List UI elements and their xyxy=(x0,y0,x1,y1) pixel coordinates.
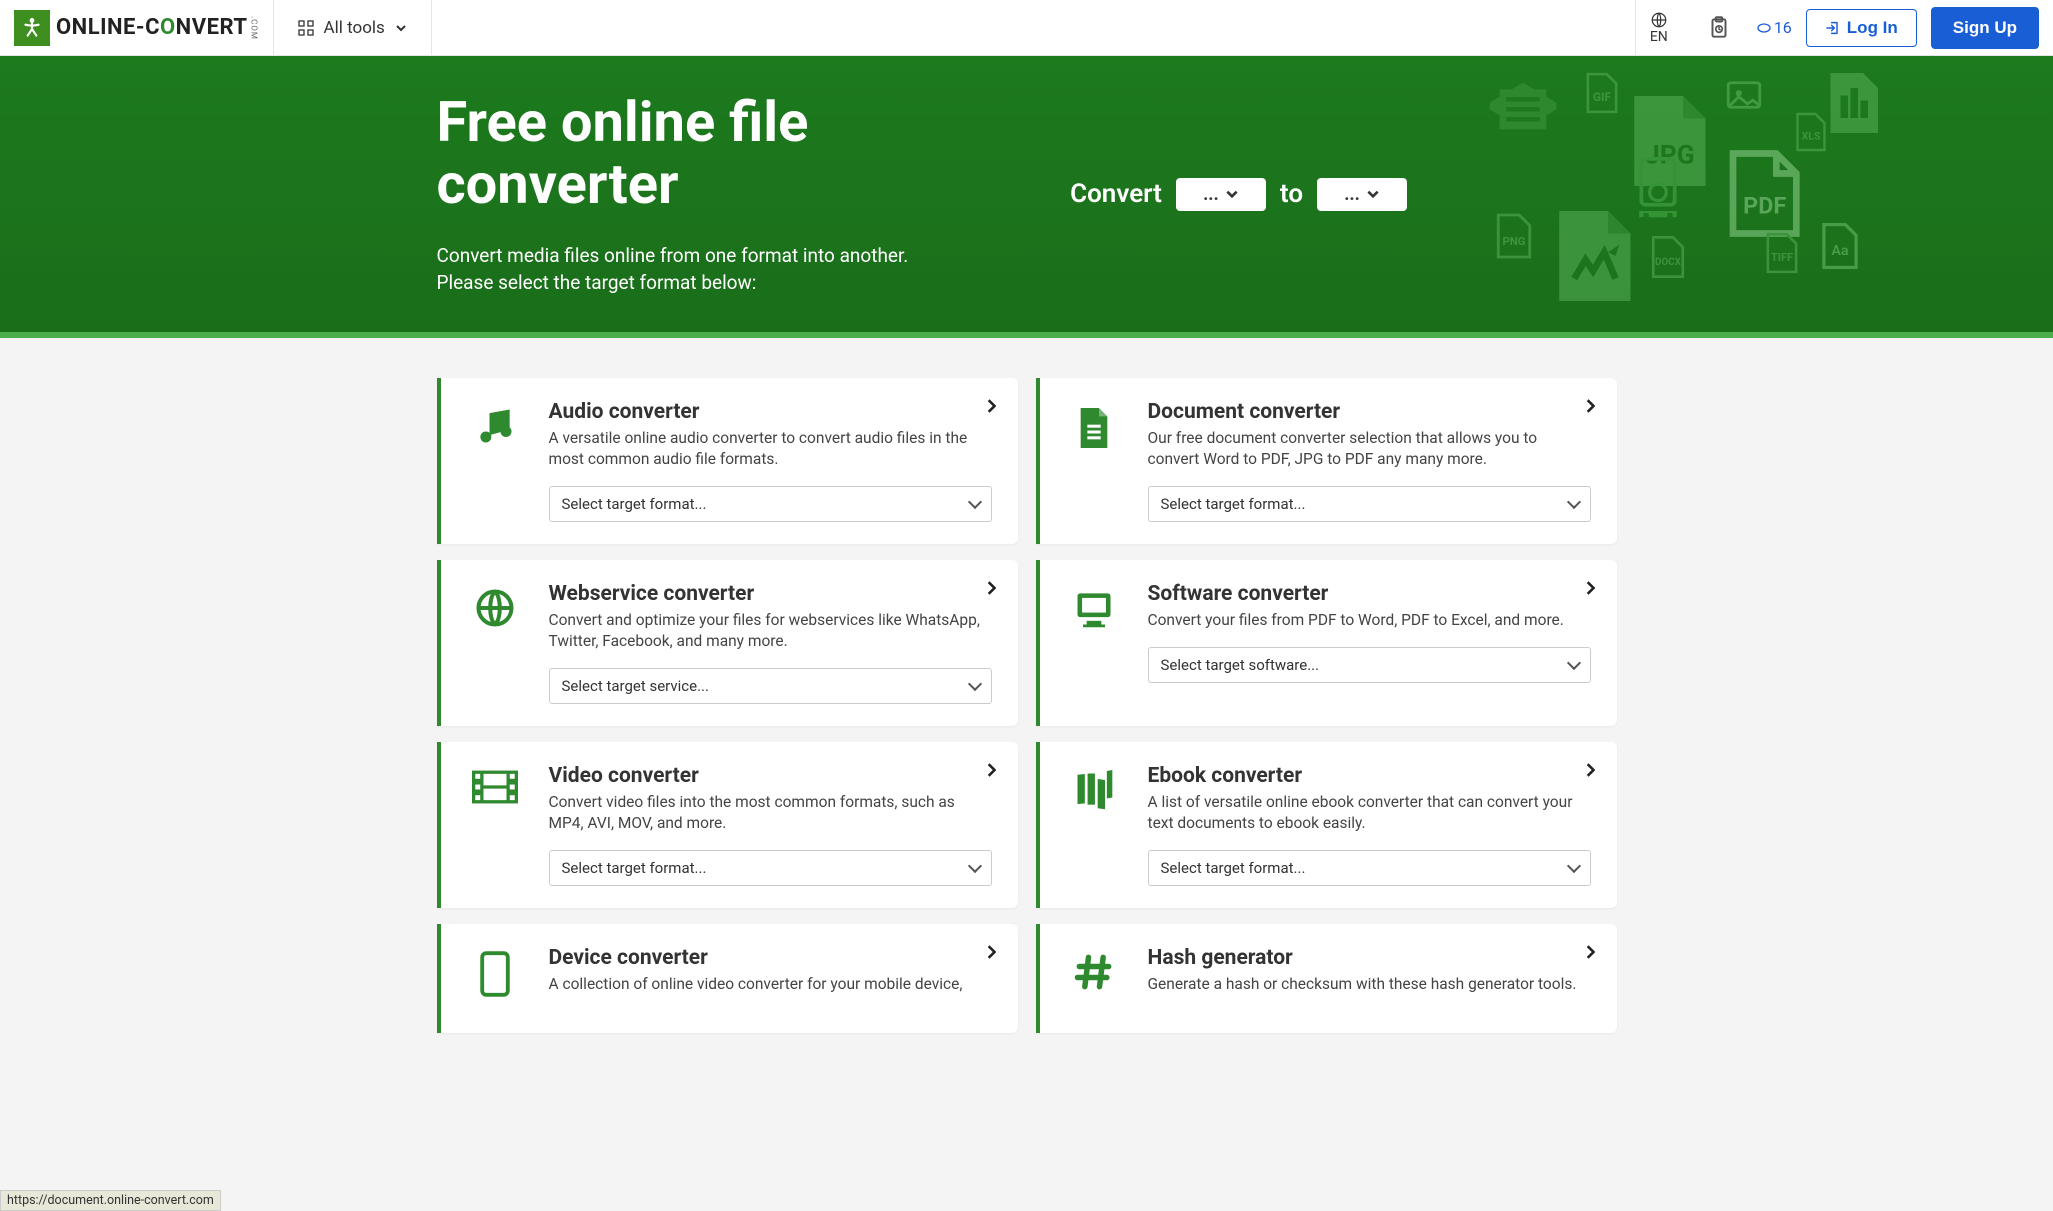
card-expand-arrow[interactable] xyxy=(1585,580,1595,599)
document-icon xyxy=(1066,400,1122,522)
login-label: Log In xyxy=(1847,18,1898,38)
card-title: Webservice converter xyxy=(549,582,992,606)
svg-text:Aa: Aa xyxy=(1831,243,1849,259)
logo-text: ONLINE-CONVERT xyxy=(56,15,248,40)
hero-subtitle: Convert media files online from one form… xyxy=(437,243,957,296)
card-hash-generator: Hash generator Generate a hash or checksu… xyxy=(1036,924,1617,1033)
minutes-remaining[interactable]: 16 xyxy=(1756,18,1792,37)
target-format-select[interactable]: Select target software... xyxy=(1148,647,1591,683)
converter-cards: Audio converter A versatile online audio … xyxy=(377,378,1677,1072)
hero-convert-widget: Convert ... to ... xyxy=(1050,178,1616,211)
card-expand-arrow[interactable] xyxy=(986,398,996,417)
card-description: A list of versatile online ebook convert… xyxy=(1148,792,1591,834)
status-bar: https://document.online-convert.com xyxy=(0,1190,221,1211)
music-icon xyxy=(467,400,523,522)
card-title: Device converter xyxy=(549,946,992,970)
clipboard-button[interactable] xyxy=(1696,0,1742,55)
card-description: Convert video files into the most common… xyxy=(549,792,992,834)
card-audio-converter: Audio converter A versatile online audio … xyxy=(437,378,1018,544)
hero-title: Free online file converter xyxy=(437,92,1051,215)
card-description: Generate a hash or checksum with these h… xyxy=(1148,974,1591,995)
convert-label: Convert xyxy=(1070,179,1162,209)
target-format-select[interactable]: Select target service... xyxy=(549,668,992,704)
card-title: Software converter xyxy=(1148,582,1591,606)
card-expand-arrow[interactable] xyxy=(1585,762,1595,781)
target-format-select[interactable]: Select target format... xyxy=(549,486,992,522)
software-icon xyxy=(1066,582,1122,704)
svg-text:TIFF: TIFF xyxy=(1771,251,1793,264)
card-ebook-converter: Ebook converter A list of versatile onlin… xyxy=(1036,742,1617,908)
card-description: A collection of online video converter f… xyxy=(549,974,992,995)
card-title: Audio converter xyxy=(549,400,992,424)
card-webservice-converter: Webservice converter Convert and optimize… xyxy=(437,560,1018,726)
logo-com: .COM xyxy=(250,16,259,40)
coin-icon xyxy=(1756,20,1772,36)
card-expand-arrow[interactable] xyxy=(986,944,996,963)
minutes-value: 16 xyxy=(1774,18,1792,37)
all-tools-menu[interactable]: All tools xyxy=(274,0,432,55)
language-selector[interactable]: EN xyxy=(1635,0,1682,55)
device-icon xyxy=(467,946,523,1011)
signup-label: Sign Up xyxy=(1953,18,2017,37)
convert-to-value: ... xyxy=(1344,184,1360,205)
card-description: A versatile online audio converter to co… xyxy=(549,428,992,470)
card-description: Convert your files from PDF to Word, PDF… xyxy=(1148,610,1591,631)
globe-icon xyxy=(467,582,523,704)
hero: GIF JPG XLS PDF PNG DOCX TIFF Aa Free on… xyxy=(0,56,2053,338)
convert-to-select[interactable]: ... xyxy=(1317,178,1407,211)
card-video-converter: Video converter Convert video files into … xyxy=(437,742,1018,908)
svg-text:PDF: PDF xyxy=(1743,192,1786,220)
card-expand-arrow[interactable] xyxy=(1585,398,1595,417)
card-title: Hash generator xyxy=(1148,946,1591,970)
hash-icon xyxy=(1066,946,1122,1011)
card-title: Ebook converter xyxy=(1148,764,1591,788)
card-software-converter: Software converter Convert your files fro… xyxy=(1036,560,1617,726)
card-expand-arrow[interactable] xyxy=(1585,944,1595,963)
clipboard-icon xyxy=(1706,15,1732,41)
header: ONLINE-CONVERT .COM All tools EN 16 Log … xyxy=(0,0,2053,56)
to-label: to xyxy=(1280,179,1303,209)
signup-button[interactable]: Sign Up xyxy=(1931,7,2039,49)
globe-icon xyxy=(1650,11,1668,29)
video-icon xyxy=(467,764,523,886)
chevron-down-icon xyxy=(1225,187,1239,201)
ebook-icon xyxy=(1066,764,1122,886)
target-format-select[interactable]: Select target format... xyxy=(1148,850,1591,886)
convert-from-value: ... xyxy=(1203,184,1219,205)
all-tools-label: All tools xyxy=(324,18,385,38)
target-format-select[interactable]: Select target format... xyxy=(549,850,992,886)
login-icon xyxy=(1825,20,1841,36)
card-description: Convert and optimize your files for webs… xyxy=(549,610,992,652)
card-description: Our free document converter selection th… xyxy=(1148,428,1591,470)
language-label: EN xyxy=(1650,29,1668,45)
card-title: Video converter xyxy=(549,764,992,788)
card-expand-arrow[interactable] xyxy=(986,580,996,599)
grid-icon xyxy=(298,20,314,36)
target-format-select[interactable]: Select target format... xyxy=(1148,486,1591,522)
logo[interactable]: ONLINE-CONVERT .COM xyxy=(0,0,274,55)
card-device-converter: Device converter A collection of online v… xyxy=(437,924,1018,1033)
card-expand-arrow[interactable] xyxy=(986,762,996,781)
logo-icon xyxy=(14,10,50,46)
chevron-down-icon xyxy=(395,22,407,34)
card-title: Document converter xyxy=(1148,400,1591,424)
convert-from-select[interactable]: ... xyxy=(1176,178,1266,211)
card-document-converter: Document converter Our free document conv… xyxy=(1036,378,1617,544)
header-right: EN 16 Log In Sign Up xyxy=(1635,0,2053,55)
login-button[interactable]: Log In xyxy=(1806,9,1917,47)
chevron-down-icon xyxy=(1366,187,1380,201)
svg-text:XLS: XLS xyxy=(1802,130,1821,143)
